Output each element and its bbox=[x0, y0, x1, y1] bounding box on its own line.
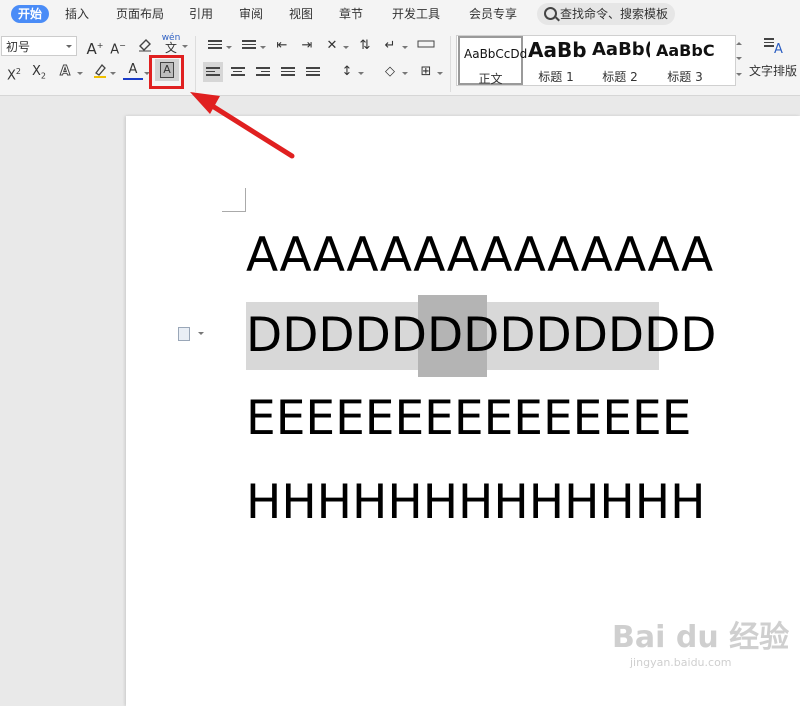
watermark: Bai du 经验 jingyan.baidu.com bbox=[612, 612, 789, 669]
watermark-url: jingyan.baidu.com bbox=[630, 656, 732, 669]
annotation-arrow bbox=[190, 92, 295, 159]
watermark-brand: Bai du 经验 bbox=[612, 620, 790, 655]
